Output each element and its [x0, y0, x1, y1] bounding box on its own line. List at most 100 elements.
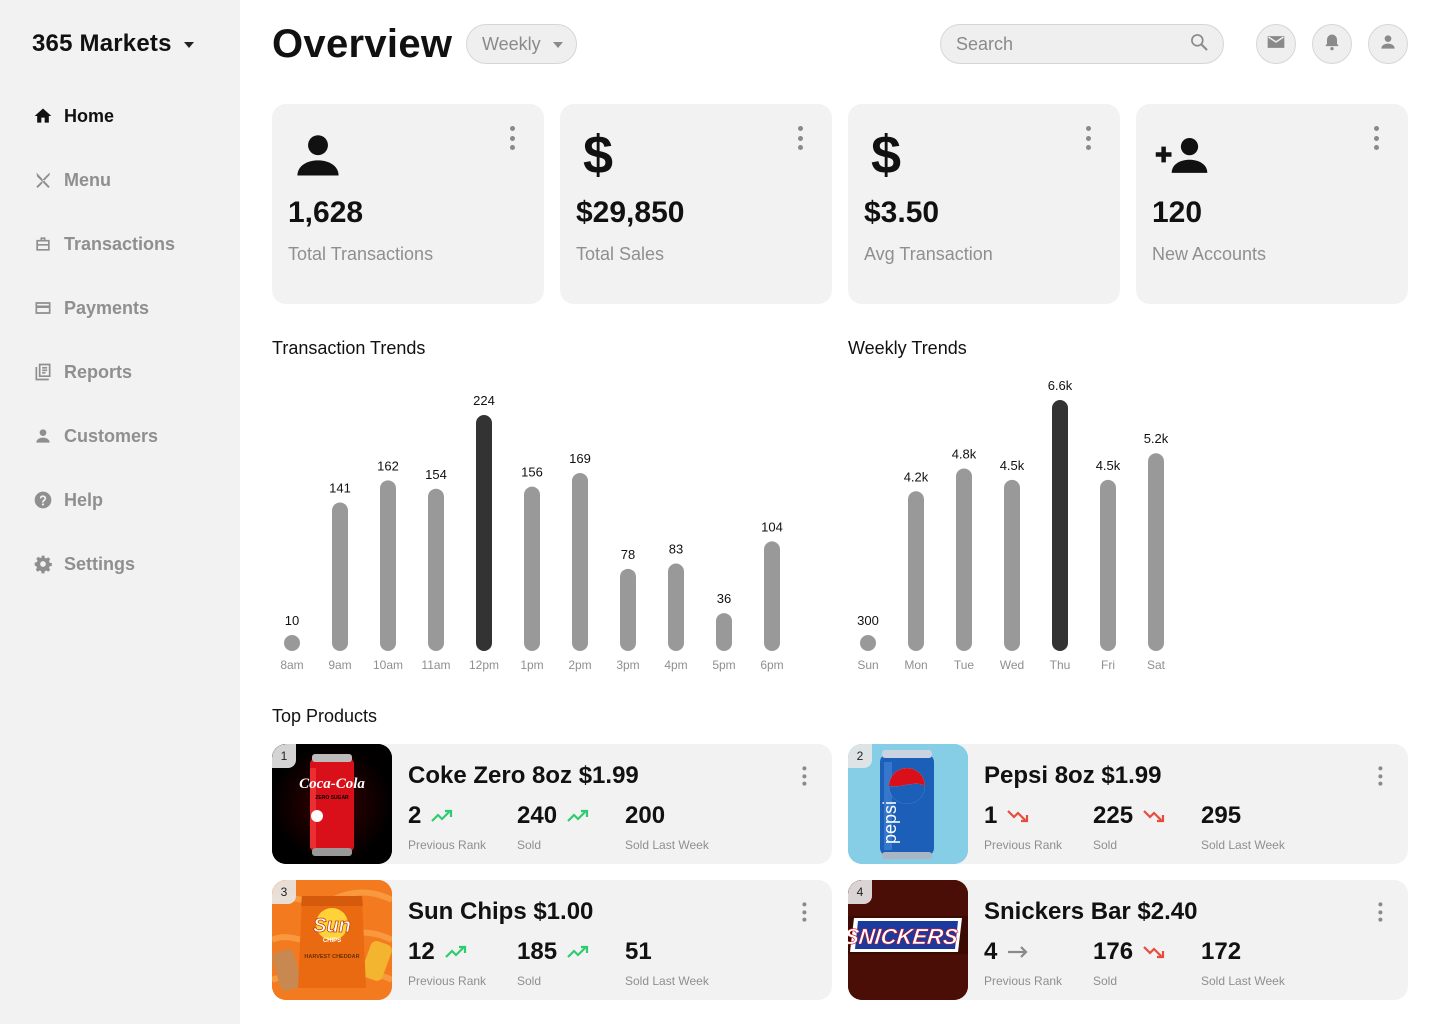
credit-card-icon [32, 297, 54, 319]
search-input[interactable] [956, 33, 1189, 55]
product-card[interactable]: Sun CHIPS HARVEST CHEDDAR 3 Sun Chips $1… [272, 880, 832, 1000]
bar-11am[interactable] [428, 488, 444, 651]
rank-badge: 1 [272, 744, 296, 768]
help-icon [32, 489, 54, 511]
bar-Sat[interactable] [1148, 453, 1164, 651]
sidebar-item-settings[interactable]: Settings [32, 548, 175, 580]
previous-rank-value: 4 [984, 938, 998, 965]
chevron-down-icon [183, 42, 194, 48]
sidebar-item-reports[interactable]: Reports [32, 356, 175, 388]
svg-text:SNICKERS: SNICKERS [848, 924, 959, 949]
sun-chips-bag-image: Sun CHIPS HARVEST CHEDDAR 3 [272, 880, 392, 1000]
data-label: 78 [621, 547, 635, 562]
brand-switcher[interactable]: 365 Markets [32, 30, 194, 58]
sold-last-week-value: 295 [1201, 802, 1242, 829]
bar-Tue[interactable] [956, 468, 972, 651]
sold-stat: 176 Sold [1093, 936, 1165, 988]
period-select-value: Weekly [482, 33, 541, 54]
sold-last-week-label: Sold Last Week [625, 974, 709, 988]
data-label: 83 [669, 542, 683, 557]
tick-label: 9am [328, 658, 351, 672]
tick-label: 11am [421, 658, 450, 672]
bar-5pm[interactable] [716, 613, 732, 651]
bar-Mon[interactable] [908, 491, 924, 651]
period-select[interactable]: Weekly [466, 24, 577, 64]
more-options-button[interactable] [1078, 124, 1098, 152]
data-label: 4.5k [1000, 458, 1025, 473]
sidebar-nav: Home Menu Transactions Payments Reports [32, 100, 175, 612]
product-name: Coke Zero 8oz $1.99 [408, 762, 639, 789]
sidebar-item-menu[interactable]: Menu [32, 164, 175, 196]
more-options-button[interactable] [796, 765, 812, 787]
sold-last-week-value: 172 [1201, 938, 1242, 965]
previous-rank-label: Previous Rank [408, 838, 487, 852]
data-label: 162 [377, 458, 399, 473]
search-icon[interactable] [1189, 32, 1209, 57]
bar-3pm[interactable] [620, 568, 636, 651]
stat-card-avg-transaction: $ $3.50 Avg Transaction [848, 104, 1120, 304]
notifications-button[interactable] [1312, 24, 1352, 64]
bar-12pm[interactable] [476, 415, 492, 651]
trend-up-icon [431, 809, 453, 822]
profile-button[interactable] [1368, 24, 1408, 64]
bar-9am[interactable] [332, 502, 348, 651]
bar-4pm[interactable] [668, 563, 684, 651]
stat-card-sales: $ $29,850 Total Sales [560, 104, 832, 304]
previous-rank-value: 2 [408, 802, 422, 829]
bar-Fri[interactable] [1100, 479, 1116, 651]
bar-Wed[interactable] [1004, 479, 1020, 651]
gear-icon [32, 553, 54, 575]
product-card[interactable]: SNICKERS 4 Snickers Bar $2.40 4 Previous… [848, 880, 1408, 1000]
tick-label: Thu [1050, 658, 1071, 672]
sidebar-item-help[interactable]: Help [32, 484, 175, 516]
data-label: 6.6k [1048, 378, 1073, 393]
trend-up-icon [444, 945, 466, 958]
stat-label: Avg Transaction [864, 244, 993, 264]
tick-label: 12pm [469, 658, 499, 672]
bar-Thu[interactable] [1052, 400, 1068, 651]
more-options-button[interactable] [502, 124, 522, 152]
more-options-button[interactable] [796, 901, 812, 923]
sidebar-item-customers[interactable]: Customers [32, 420, 175, 452]
product-name: Sun Chips $1.00 [408, 898, 594, 925]
bar-1pm[interactable] [524, 486, 540, 651]
data-label: 4.8k [952, 446, 977, 461]
more-options-button[interactable] [1372, 901, 1388, 923]
sidebar-item-label: Transactions [64, 233, 176, 254]
more-options-button[interactable] [790, 124, 810, 152]
data-label: 141 [329, 480, 351, 495]
product-card[interactable]: pepsi 2 Pepsi 8oz $1.99 1 Previous Rank … [848, 744, 1408, 864]
previous-rank-label: Previous Rank [984, 974, 1063, 988]
more-options-button[interactable] [1372, 765, 1388, 787]
tick-label: Fri [1101, 658, 1115, 672]
sidebar-item-payments[interactable]: Payments [32, 292, 175, 324]
messages-button[interactable] [1256, 24, 1296, 64]
person-icon [32, 425, 54, 447]
sidebar: 365 Markets Home Menu Transactions Payme… [0, 0, 240, 1024]
product-card[interactable]: Coca-Cola ZERO SUGAR 1 Coke Zero 8oz $1.… [272, 744, 832, 864]
sold-value: 240 [517, 802, 558, 829]
more-options-button[interactable] [1366, 124, 1386, 152]
snickers-bar-image: SNICKERS 4 [848, 880, 968, 1000]
sidebar-item-label: Reports [64, 361, 133, 382]
bar-10am[interactable] [380, 480, 396, 651]
sold-last-week-label: Sold Last Week [1201, 838, 1285, 852]
data-label: 300 [857, 613, 879, 628]
tick-label: 4pm [664, 658, 687, 672]
sidebar-item-transactions[interactable]: Transactions [32, 228, 175, 260]
bar-2pm[interactable] [572, 472, 588, 651]
svg-text:$: $ [583, 128, 613, 184]
sold-value: 176 [1093, 938, 1134, 965]
stat-value: $3.50 [864, 196, 940, 229]
bar-6pm[interactable] [764, 541, 780, 651]
bar-8am[interactable] [284, 635, 300, 651]
sidebar-item-home[interactable]: Home [32, 100, 175, 132]
bell-icon [1322, 32, 1342, 57]
sold-last-week-label: Sold Last Week [1201, 974, 1285, 988]
bar-Sun[interactable] [860, 635, 876, 651]
sold-last-week-stat: 295 Sold Last Week [1201, 800, 1285, 852]
previous-rank-stat: 12 Previous Rank [408, 936, 486, 988]
coke-zero-can-image: Coca-Cola ZERO SUGAR 1 [272, 744, 392, 864]
svg-text:Coca-Cola: Coca-Cola [299, 776, 365, 792]
tick-label: 2pm [568, 658, 591, 672]
